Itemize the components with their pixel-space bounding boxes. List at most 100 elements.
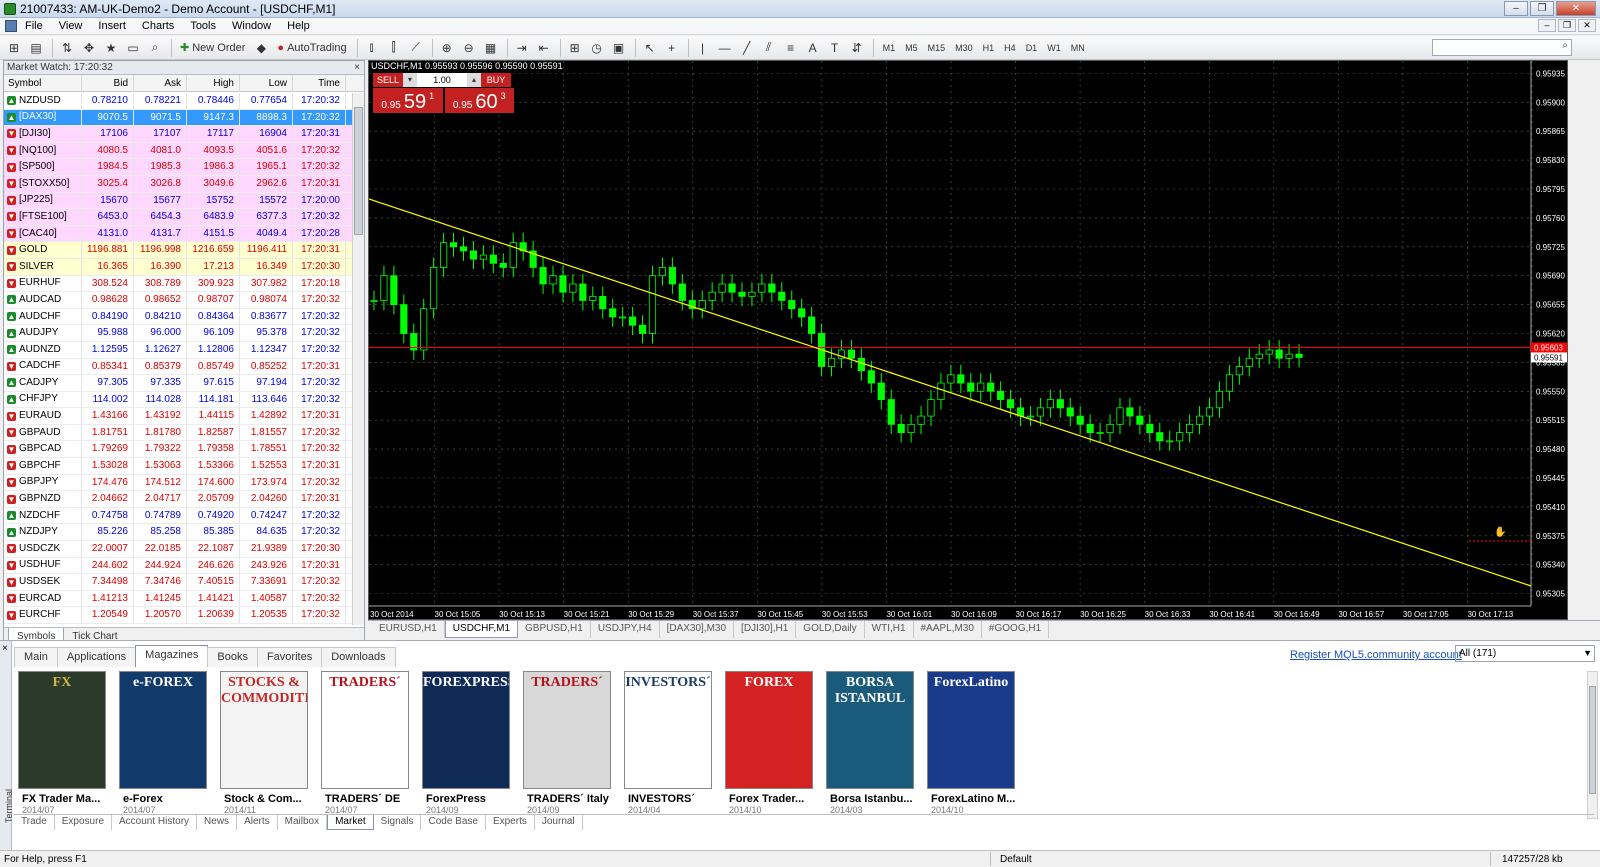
table-row[interactable]: ▼ SILVER 16.365 16.390 17.213 16.349 17:20:30 [4, 258, 352, 276]
chart-tab[interactable]: [DJI30],H1 [734, 621, 797, 638]
volume-up-button[interactable]: ▴ [467, 73, 481, 87]
terminal-nav-tab[interactable]: Main [14, 647, 58, 667]
magazine-card[interactable]: TRADERS´ TRADERS´ Italy 2014/09 [523, 671, 613, 819]
table-row[interactable]: ▼ EURCHF 1.20549 1.20570 1.20639 1.20535 17:20… [4, 607, 352, 624]
table-row[interactable]: ▲ AUDJPY 95.988 96.000 96.109 95.378 17:20:32 [4, 325, 352, 342]
cursor-icon[interactable]: ↖ [640, 39, 660, 57]
terminal-nav-tab[interactable]: Books [207, 647, 258, 667]
table-row[interactable]: ▼ GBPNZD 2.04662 2.04717 2.05709 2.04260 17:20… [4, 491, 352, 508]
tf-d1[interactable]: D1 [1021, 43, 1043, 53]
menu-charts[interactable]: Charts [134, 20, 182, 32]
table-row[interactable]: ▼ GBPCAD 1.79269 1.79322 1.79358 1.78551 17:20… [4, 441, 352, 459]
chart-tab[interactable]: [DAX30],M30 [660, 621, 735, 638]
chart-window[interactable]: 0.95935 0.95900 0.95865 0.95830 0.95795 0.957… [368, 60, 1568, 620]
magazine-cover[interactable]: e-FOREX [119, 671, 207, 789]
strategy-tester-icon[interactable]: ⌕ [145, 39, 165, 57]
chart-tab[interactable]: USDJPY,H4 [591, 621, 660, 638]
table-row[interactable]: ▼ USDSEK 7.34498 7.34746 7.40515 7.33691 17:20… [4, 574, 352, 591]
chart-window-icon[interactable] [5, 20, 17, 32]
candlestick-icon[interactable]: ⫿ [384, 39, 404, 57]
terminal-tab[interactable]: Market [327, 815, 374, 830]
table-row[interactable]: ▼ GBPAUD 1.81751 1.81780 1.82587 1.81557 17:20… [4, 424, 352, 442]
col-time[interactable]: Time [293, 74, 346, 92]
terminal-tab[interactable]: Journal [535, 815, 583, 830]
magazine-cover[interactable]: STOCKS & COMMODITIES [220, 671, 308, 789]
tf-mn[interactable]: MN [1066, 43, 1090, 53]
table-row[interactable]: ▼ USDHUF 244.602 244.924 246.626 243.926 17:20… [4, 557, 352, 575]
magazine-cover[interactable]: TRADERS´ [321, 671, 409, 789]
table-row[interactable]: ▼ [DJI30] 17106 17107 17117 16904 17:20:31 [4, 126, 352, 143]
terminal-tab[interactable]: Mailbox [278, 815, 328, 830]
zoom-out-icon[interactable]: ⊖ [459, 39, 479, 57]
terminal-nav-tab[interactable]: Downloads [321, 647, 396, 667]
tf-m1[interactable]: M1 [878, 43, 901, 53]
indicators-icon[interactable]: ⊞ [565, 39, 585, 57]
table-row[interactable]: ▲ CADJPY 97.305 97.335 97.615 97.194 17:20:32 [4, 375, 352, 392]
mdi-minimize-button[interactable]: – [1538, 19, 1556, 32]
zoom-in-icon[interactable]: ⊕ [437, 39, 457, 57]
market-watch-icon[interactable]: ⇅ [57, 39, 77, 57]
terminal-tab[interactable]: Trade [14, 815, 55, 830]
terminal-nav-tab[interactable]: Magazines [135, 645, 209, 667]
table-row[interactable]: ▼ GBPCHF 1.53028 1.53063 1.53366 1.52553 17:20… [4, 458, 352, 475]
magazine-cover[interactable]: FOREX [725, 671, 813, 789]
search-input[interactable]: ⌕ [1432, 39, 1572, 56]
magazine-cover[interactable]: FOREXPRESS [422, 671, 510, 789]
table-row[interactable]: ▲ NZDJPY 85.226 85.258 85.385 84.635 17:20:32 [4, 524, 352, 542]
menu-tools[interactable]: Tools [182, 20, 224, 32]
magazine-cover[interactable]: BORSA ISTANBUL [826, 671, 914, 789]
autotrading-button[interactable]: ● AutoTrading [273, 39, 350, 57]
col-ask[interactable]: Ask [134, 74, 187, 92]
magazine-card[interactable]: FOREX Forex Trader... 2014/10 [725, 671, 815, 819]
terminal-tab[interactable]: Signals [374, 815, 422, 830]
magazine-card[interactable]: FX FX Trader Ma... 2014/07 [18, 671, 108, 819]
chart-tab[interactable]: WTI,H1 [865, 621, 914, 638]
col-low[interactable]: Low [240, 74, 293, 92]
table-row[interactable]: ▼ [JP225] 15670 15677 15752 15572 17:20:00 [4, 192, 352, 210]
maximize-button[interactable]: ❐ [1530, 1, 1554, 16]
table-row[interactable]: ▲ AUDNZD 1.12595 1.12627 1.12806 1.12347 17:20… [4, 341, 352, 359]
filter-select[interactable]: All (171) ▼ [1455, 645, 1595, 662]
tf-m30[interactable]: M30 [950, 43, 978, 53]
chart-tab[interactable]: GBPUSD,H1 [518, 621, 591, 638]
auto-scroll-icon[interactable]: ⇥ [512, 39, 532, 57]
table-row[interactable]: ▼ [CAC40] 4131.0 4131.7 4151.5 4049.4 17:20:28 [4, 225, 352, 243]
data-window-icon[interactable]: ✥ [79, 39, 99, 57]
chart-tab[interactable]: GOLD,Daily [796, 621, 865, 638]
table-row[interactable]: ▼ [NQ100] 4080.5 4081.0 4093.5 4051.6 17:20:32 [4, 142, 352, 160]
text-icon[interactable]: A [803, 39, 823, 57]
table-row[interactable]: ▼ EURAUD 1.43166 1.43192 1.44115 1.42892 17:20… [4, 408, 352, 425]
chart-tab[interactable]: USDCHF,M1 [444, 621, 519, 638]
table-row[interactable]: ▼ EURCAD 1.41213 1.41245 1.41421 1.40587 17:20… [4, 590, 352, 608]
register-link[interactable]: Register MQL5.community account [1290, 649, 1462, 661]
tile-windows-icon[interactable]: ▦ [481, 39, 501, 57]
chart-canvas[interactable]: 0.95935 0.95900 0.95865 0.95830 0.95795 0.957… [369, 61, 1567, 619]
profiles-icon[interactable]: ▤ [26, 39, 46, 57]
horizontal-line-icon[interactable]: — [715, 39, 735, 57]
col-bid[interactable]: Bid [82, 74, 134, 92]
tf-h4[interactable]: H4 [999, 43, 1021, 53]
table-row[interactable]: ▼ GBPJPY 174.476 174.512 174.600 173.974 17:20… [4, 474, 352, 492]
terminal-tab[interactable]: Alerts [237, 815, 278, 830]
close-button[interactable]: ✕ [1556, 1, 1596, 16]
chart-tab[interactable]: #GOOG,H1 [982, 621, 1050, 638]
table-row[interactable]: ▲ [DAX30] 9070.5 9071.5 9147.3 8898.3 17:20:32 [4, 109, 352, 127]
menu-file[interactable]: File [17, 20, 51, 32]
sell-button[interactable]: SELL [373, 73, 403, 87]
vertical-line-icon[interactable]: | [693, 39, 713, 57]
terminal-tab[interactable]: Code Base [421, 815, 486, 830]
terminal-nav-tab[interactable]: Favorites [256, 647, 323, 667]
channel-icon[interactable]: ⫽ [759, 39, 779, 57]
mdi-close-button[interactable]: ✕ [1578, 19, 1596, 32]
terminal-icon[interactable]: ▭ [123, 39, 143, 57]
table-row[interactable]: ▲ NZDCHF 0.74758 0.74789 0.74920 0.74247 17:20… [4, 507, 352, 525]
mdi-restore-button[interactable]: ❐ [1558, 19, 1576, 32]
menu-view[interactable]: View [51, 20, 91, 32]
minimize-button[interactable]: – [1504, 1, 1528, 16]
tf-m15[interactable]: M15 [923, 43, 951, 53]
table-row[interactable]: ▼ [STOXX50] 3025.4 3026.8 3049.6 2962.6 17:20:… [4, 175, 352, 193]
fibonacci-icon[interactable]: ≡ [781, 39, 801, 57]
chart-tab[interactable]: EURUSD,H1 [372, 621, 445, 638]
arrows-icon[interactable]: ⇵ [847, 39, 867, 57]
line-chart-icon[interactable]: ⟋ [406, 39, 426, 57]
